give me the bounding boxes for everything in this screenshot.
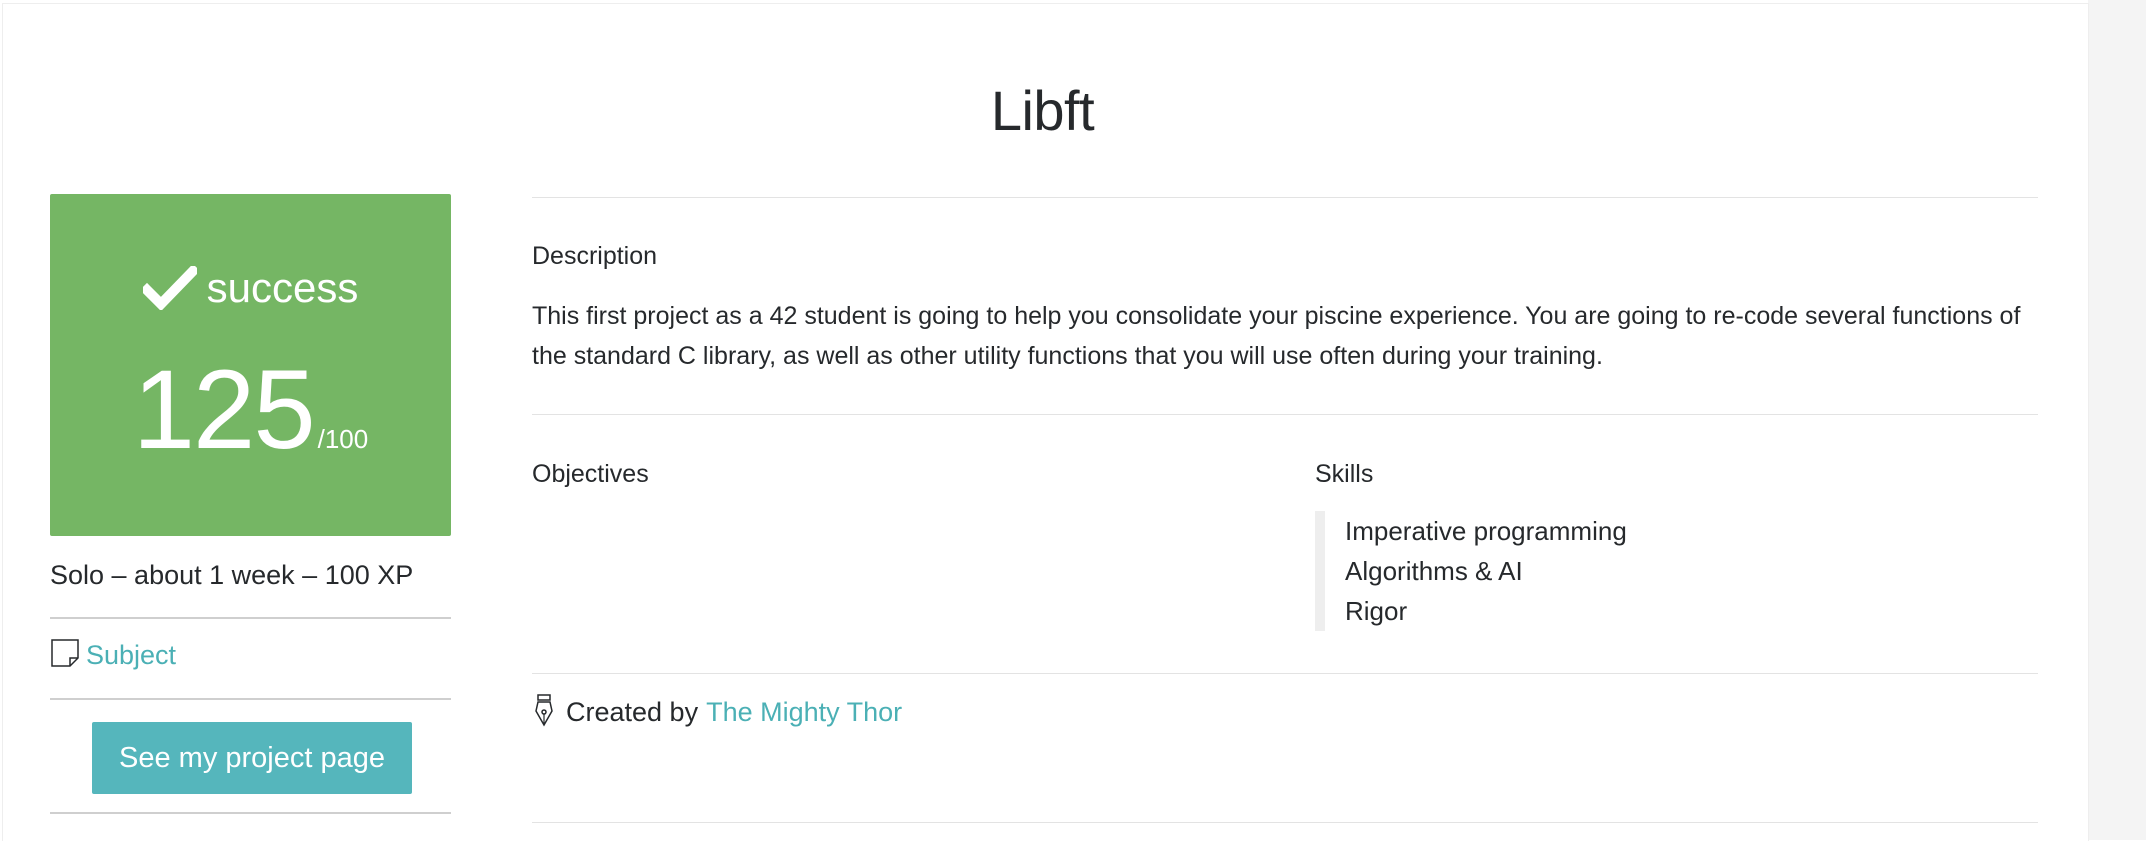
pen-nib-icon [535, 693, 553, 727]
score-max: /100 [317, 424, 369, 454]
project-meta: Solo – about 1 week – 100 XP [50, 560, 414, 590]
divider [532, 673, 2038, 674]
final-score: 125 [132, 347, 316, 472]
status-row: success [50, 264, 451, 312]
skill-item: Algorithms & AI [1345, 556, 1523, 586]
divider [532, 197, 2038, 198]
created-by-label: Created by [566, 697, 699, 727]
skills-heading: Skills [1315, 460, 1374, 488]
subject-link-row[interactable]: Subject [50, 638, 176, 671]
skills-list: Imperative programming Algorithms & AI R… [1315, 511, 1815, 631]
divider [532, 822, 2038, 823]
divider [50, 812, 451, 814]
status-label: success [206, 264, 359, 311]
description-heading: Description [532, 242, 658, 270]
skill-item: Imperative programming [1345, 516, 1627, 546]
subject-link[interactable]: Subject [86, 640, 176, 671]
author-link[interactable]: The Mighty Thor [706, 697, 902, 728]
page-title: Libft [990, 79, 1095, 142]
skill-item: Rigor [1345, 596, 1408, 626]
page-gutter [2088, 0, 2146, 840]
note-icon [51, 638, 79, 667]
description-text: This first project as a 42 student is go… [532, 302, 2021, 370]
divider [50, 698, 451, 700]
created-by: Created by The Mighty Thor [532, 693, 902, 728]
check-icon [142, 266, 197, 310]
score-row: 125 /100 [50, 354, 451, 466]
see-project-page-button[interactable]: See my project page [92, 722, 412, 794]
divider [532, 414, 2038, 415]
divider [50, 617, 451, 619]
status-card: success 125 /100 [50, 194, 451, 536]
objectives-heading: Objectives [532, 460, 649, 488]
